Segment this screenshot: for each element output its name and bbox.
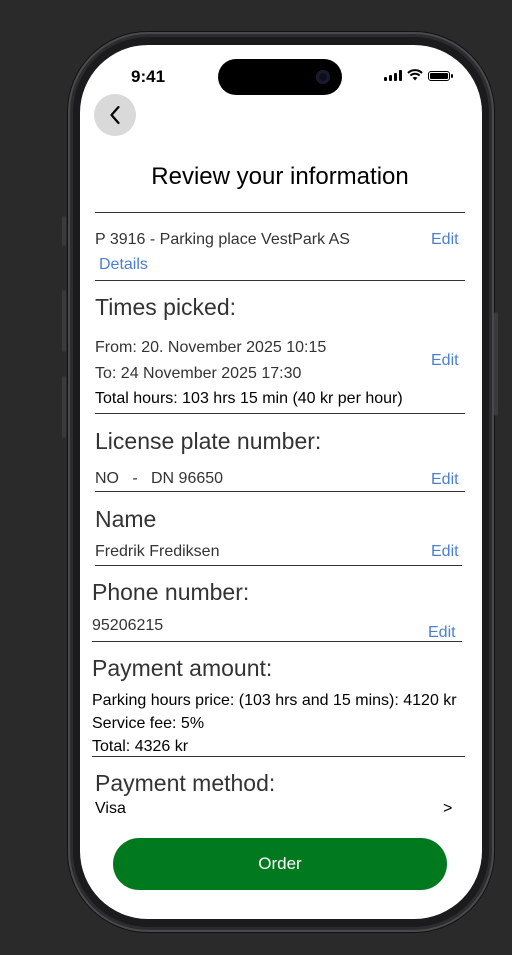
status-icons bbox=[384, 69, 453, 81]
times-from: From: 20. November 2025 10:15 bbox=[95, 339, 327, 356]
times-total: Total hours: 103 hrs 15 min (40 kr per h… bbox=[95, 390, 403, 407]
battery-icon bbox=[428, 71, 453, 81]
divider bbox=[92, 641, 462, 642]
payment-total: Total: 4326 kr bbox=[92, 738, 189, 755]
divider bbox=[92, 756, 465, 757]
power-button bbox=[494, 312, 498, 416]
wifi-icon bbox=[407, 69, 423, 81]
page-title: Review your information bbox=[151, 163, 409, 190]
times-to: To: 24 November 2025 17:30 bbox=[95, 365, 302, 382]
times-edit-link[interactable]: Edit bbox=[431, 352, 459, 370]
payment-hours-price: Parking hours price: (103 hrs and 15 min… bbox=[92, 692, 457, 709]
license-heading: License plate number: bbox=[95, 428, 322, 454]
parking-edit-link[interactable]: Edit bbox=[431, 231, 459, 249]
volume-up-button bbox=[62, 290, 66, 352]
license-edit-link[interactable]: Edit bbox=[431, 471, 459, 489]
parking-summary: P 3916 - Parking place VestPark AS bbox=[95, 231, 350, 248]
phone-edit-link[interactable]: Edit bbox=[428, 624, 456, 642]
cellular-signal-icon bbox=[384, 70, 402, 81]
divider bbox=[95, 413, 465, 414]
license-value: NO - DN 96650 bbox=[95, 470, 224, 487]
chevron-left-icon bbox=[110, 105, 120, 125]
payment-service-fee: Service fee: 5% bbox=[92, 715, 205, 732]
status-time: 9:41 bbox=[131, 67, 166, 86]
order-button[interactable]: Order bbox=[113, 838, 447, 890]
divider bbox=[95, 491, 465, 492]
chevron-right-icon[interactable]: > bbox=[443, 800, 452, 818]
divider bbox=[95, 565, 462, 566]
payment-method-value[interactable]: Visa bbox=[95, 800, 126, 818]
phone-value: 95206215 bbox=[92, 617, 164, 634]
name-edit-link[interactable]: Edit bbox=[431, 543, 459, 561]
divider bbox=[95, 212, 465, 213]
parking-details-link[interactable]: Details bbox=[99, 256, 148, 274]
divider bbox=[95, 280, 465, 281]
name-value: Fredrik Frediksen bbox=[95, 543, 220, 560]
camera-icon bbox=[316, 70, 330, 84]
back-button[interactable] bbox=[94, 94, 136, 136]
times-heading: Times picked: bbox=[95, 294, 237, 320]
silent-switch bbox=[62, 216, 66, 246]
payment-amount-heading: Payment amount: bbox=[92, 655, 273, 681]
dynamic-island bbox=[218, 59, 342, 95]
payment-method-heading: Payment method: bbox=[95, 770, 276, 796]
volume-down-button bbox=[62, 376, 66, 438]
phone-heading: Phone number: bbox=[92, 579, 250, 605]
app-screen: 9:41 Review your information P 3916 - Pa… bbox=[80, 45, 482, 919]
name-heading: Name bbox=[95, 506, 157, 532]
